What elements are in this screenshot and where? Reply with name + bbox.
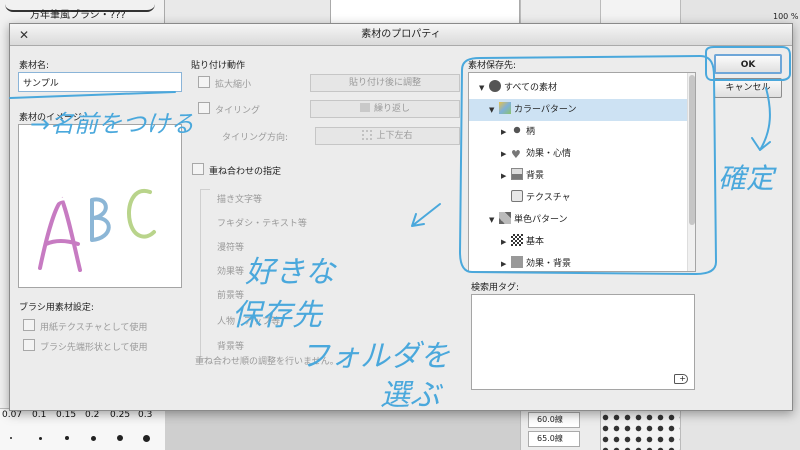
- ok-circle-stroke: [705, 46, 791, 81]
- folder-note-line-2: 保存先: [232, 298, 324, 333]
- folder-circle-stroke: [458, 54, 718, 276]
- confirm-note: 確定: [718, 162, 777, 195]
- letter-b-stroke: [90, 197, 111, 242]
- preview-letters: [28, 188, 156, 272]
- confirm-arrow-stroke: [751, 87, 771, 151]
- folder-note-line-4: 選ぶ: [380, 378, 444, 413]
- annotation-layer: →名前をつける 好きな 保存先 フォルダを 選ぶ 確定: [9, 46, 791, 413]
- name-note: →名前をつける: [30, 110, 194, 138]
- folder-note-line-1: 好きな: [245, 255, 337, 290]
- pointer-arrow-stroke: [411, 203, 441, 227]
- name-arrow-stroke: [9, 91, 176, 99]
- folder-note-line-3: フォルダを: [300, 339, 450, 374]
- letter-c-stroke: [127, 188, 156, 239]
